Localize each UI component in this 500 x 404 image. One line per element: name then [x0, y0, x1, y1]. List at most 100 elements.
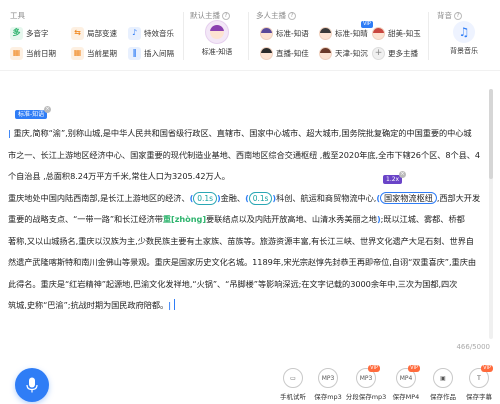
text-line: | 重庆,简称“渝”,别称山城,是中华人民共和国省级行政区、直辖市、国家中心城市… — [8, 123, 492, 145]
tool-week-button[interactable]: ▦ 当前星期 — [71, 45, 117, 61]
microphone-icon — [26, 377, 38, 393]
text-line: 然遗产武隆喀斯特和南川金佛山等景观。重庆是国家历史文化名城。1189年,宋光宗赵… — [8, 252, 492, 274]
scrollbar-thumb[interactable] — [489, 89, 493, 179]
save-subtitle-button[interactable]: VIP T 保存字幕 — [459, 365, 499, 404]
anchor-avatar — [260, 46, 273, 60]
text-span: 重要的战略支点、“一带一路”和长江经济带 — [8, 214, 163, 224]
multi-anchor-item[interactable]: 直播-知佳 — [260, 45, 309, 61]
remove-speaker-tag-icon[interactable]: × — [44, 106, 51, 113]
speed-span[interactable]: 国家物流枢纽 — [380, 191, 437, 204]
speaker-tag[interactable]: 标准-知语 — [15, 110, 48, 119]
music-effect-icon: ♪ — [128, 26, 141, 40]
text-span: ,西部大开发 — [436, 192, 481, 203]
speed-icon: ⇆ — [71, 26, 84, 40]
text-editor[interactable]: 标准-知语 × 1.2x × | 重庆,简称“渝”,别称山城,是中华人民共和国省… — [0, 70, 500, 360]
text-span: 筑城,史称“巴渝”;抗战时期为国民政府陪都。 — [8, 300, 169, 310]
multi-anchor-item[interactable]: 天津-知沉 — [319, 45, 368, 61]
split-save-mp3-button[interactable]: VIP MP3 分段保存mp3 — [346, 365, 386, 404]
text-span: 重庆,简称“渝”,别称山城,是中华人民共和国省级行政区、直辖市、国家中心城市、超… — [13, 128, 472, 138]
pause-marker[interactable]: 0.1s — [248, 191, 273, 205]
anchor-name: 直播-知佳 — [276, 48, 309, 58]
tool-label: 当前星期 — [87, 48, 117, 58]
vip-badge: VIP — [408, 365, 420, 372]
polyphone-marker[interactable]: 重 — [163, 214, 171, 224]
text-span: 然遗产武隆喀斯特和南川金佛山等景观。重庆是国家历史文化名城。1189年,宋光宗赵… — [8, 257, 476, 267]
text-span: ;既以江城、雾都、桥都 — [380, 214, 465, 224]
text-line: 著称,又以山城扬名,重庆以汉族为主,少数民族主要有土家族、苗族等。旅游资源丰富,… — [8, 231, 492, 253]
multi-anchor-item[interactable]: 甜美-知玉 — [372, 25, 421, 41]
text-line: 市之一、长江上游地区经济中心、国家重要的现代制造业基地、西南地区综合交通枢纽 ,… — [8, 145, 492, 167]
tool-polyphone-button[interactable]: 多 多音字 — [10, 25, 49, 41]
tool-label: 多音字 — [26, 28, 49, 38]
text-line: 个自治县 ,总面积8.24万平方千米,常住人口为3205.42万人。 — [8, 166, 492, 188]
tool-speed-button[interactable]: ⇆ 局部变速 — [71, 25, 117, 41]
bracket: | — [168, 300, 172, 310]
plus-icon: + — [372, 46, 385, 60]
voice-input-button[interactable] — [15, 368, 49, 402]
bottom-bar: ▭ 手机试听 MP3 保存mp3 VIP MP3 分段保存mp3 VIP MP4… — [0, 360, 500, 404]
bgm-label: 背景音乐 — [450, 47, 478, 55]
week-icon: ▦ — [71, 46, 84, 60]
text-span: 市之一、长江上游地区经济中心、国家重要的现代制造业基地、西南地区综合交通枢纽 ,… — [8, 149, 481, 160]
save-mp3-button[interactable]: MP3 保存mp3 — [308, 368, 348, 404]
anchor-name: 更多主播 — [388, 48, 418, 58]
editor-content[interactable]: | 重庆,简称“渝”,别称山城,是中华人民共和国省级行政区、直辖市、国家中心城市… — [8, 123, 492, 317]
text-span: 要联结点以及内陆开放高地、山清水秀美丽之地 — [206, 214, 377, 224]
anchor-avatar — [319, 46, 332, 60]
anchor-avatar — [319, 26, 332, 40]
main-anchor-card[interactable]: 标准-知语 — [195, 20, 239, 64]
tool-label: 特效音乐 — [144, 28, 174, 38]
divider — [183, 12, 184, 60]
polyphone-icon: 多 — [10, 26, 23, 40]
music-note-icon: ♫ — [453, 21, 475, 43]
phone-preview-button[interactable]: ▭ 手机试听 — [273, 368, 313, 404]
text-line: 重庆地处中国内陆西南部,是长江上游地区的经济、(0.1s)金融、(0.1s)科创… — [8, 188, 492, 210]
text-span: 科创、航运和商贸物流中心, — [276, 192, 377, 203]
text-line: 筑城,史称“巴渝”;抗战时期为国民政府陪都。| — [8, 295, 492, 317]
help-icon[interactable]: ? — [222, 12, 230, 20]
vip-badge: VIP — [481, 365, 493, 372]
save-mp4-button[interactable]: VIP MP4 保存MP4 — [386, 365, 426, 404]
anchor-name: 甜美-知玉 — [388, 28, 421, 38]
anchor-avatar — [372, 26, 385, 40]
text-span: 重庆地处中国内陆西南部,是长江上游地区的经济、 — [8, 192, 190, 203]
pause-marker[interactable]: 0.1s — [193, 191, 217, 205]
tool-date-button[interactable]: ▦ 当前日期 — [10, 45, 56, 61]
tool-pause-button[interactable]: ‖ 插入间隔 — [128, 45, 174, 61]
bgm-button[interactable]: ♫ 背景音乐 — [441, 21, 487, 63]
bgm-section-label: 背音? — [437, 10, 462, 21]
action-label: 保存作品 — [430, 393, 456, 401]
divider — [428, 12, 429, 60]
save-work-button[interactable]: ▣ 保存作品 — [423, 368, 463, 404]
anchor-avatar — [205, 20, 229, 44]
anchor-name: 天津-知沉 — [335, 48, 368, 58]
tool-label: 局部变速 — [87, 28, 117, 38]
save-mp3-icon: MP3 — [318, 368, 338, 388]
phone-preview-icon: ▭ — [283, 368, 303, 388]
text-span: 此得名。重庆是“红岩精神”起源地,巴渝文化发祥地,“火锅”、“吊脚楼”等影响深远… — [8, 278, 458, 289]
multi-anchor-section-label: 多人主播? — [256, 10, 296, 21]
action-label: 保存MP4 — [392, 393, 420, 401]
tool-music-effect-button[interactable]: ♪ 特效音乐 — [128, 25, 174, 41]
more-anchors-button[interactable]: + 更多主播 — [372, 45, 418, 61]
tools-section-label: 工具 — [10, 11, 25, 20]
multi-anchor-item[interactable]: 标准-知晴 — [319, 25, 368, 41]
divider — [248, 12, 249, 60]
text-span: 著称,又以山城扬名,重庆以汉族为主,少数民族主要有土家族、苗族等。旅游资源丰富,… — [8, 235, 474, 246]
tool-label: 插入间隔 — [144, 48, 174, 58]
text-span: 个自治县 ,总面积8.24万平方千米,常住人口为3205.42万人。 — [8, 171, 230, 181]
vip-badge: VIP — [368, 365, 380, 372]
pause-icon: ‖ — [128, 46, 141, 60]
tool-label: 当前日期 — [26, 48, 56, 58]
help-icon[interactable]: ? — [454, 12, 462, 20]
text-line: 此得名。重庆是“红岩精神”起源地,巴渝文化发祥地,“火锅”、“吊脚楼”等影响深远… — [8, 274, 492, 296]
action-label: 手机试听 — [280, 393, 306, 401]
pinyin-marker[interactable]: [zhòng] — [171, 214, 206, 224]
char-counter: 466/5000 — [456, 343, 490, 351]
anchor-name: 标准-知晴 — [335, 28, 368, 38]
anchor-avatar — [260, 26, 273, 40]
text-span: 金融、 — [220, 192, 246, 203]
help-icon[interactable]: ? — [288, 12, 296, 20]
multi-anchor-item[interactable]: 标准-知语 — [260, 25, 309, 41]
editor-scrollbar[interactable] — [489, 89, 493, 339]
